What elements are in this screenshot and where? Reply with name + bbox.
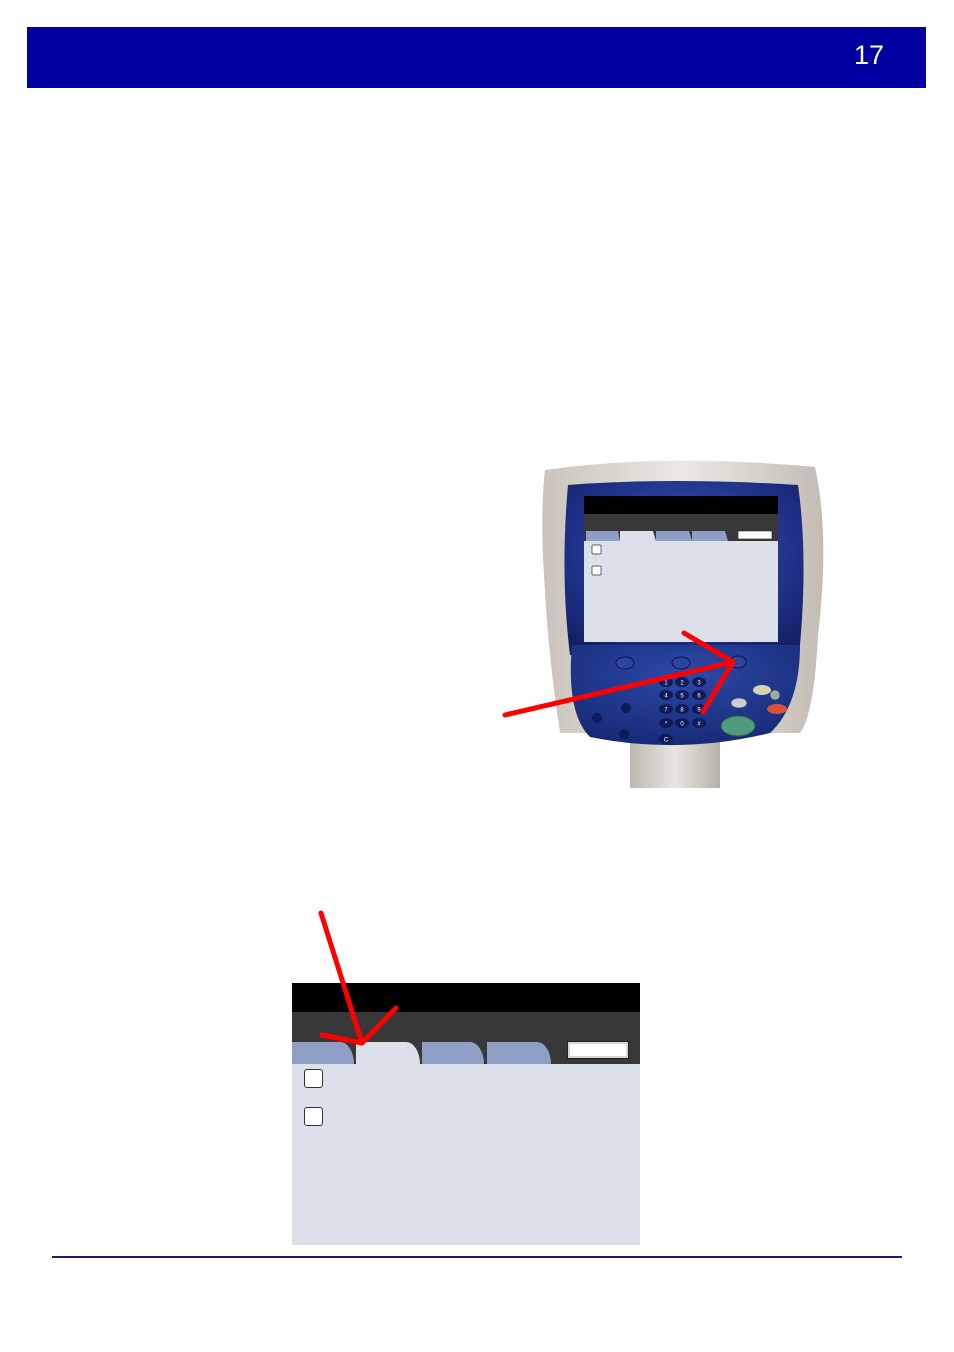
header-bar: 17 xyxy=(27,27,926,88)
panel-start-button xyxy=(720,715,756,737)
device-tab-2 xyxy=(620,531,656,541)
panel-grey-button xyxy=(769,689,781,701)
panel-clear-button xyxy=(730,697,748,709)
panel-yellow-button xyxy=(753,685,771,695)
device-screen-titlebar xyxy=(584,496,778,514)
zoom-checkbox-2[interactable] xyxy=(304,1107,323,1126)
keypad-key-label: C xyxy=(664,738,669,744)
zoom-screen-button[interactable] xyxy=(567,1041,629,1059)
panel-side-button-1 xyxy=(592,713,602,723)
device-checkbox-1 xyxy=(591,544,602,555)
device-illustration: 1 2 3 4 5 6 7 8 9 * 0 # C xyxy=(500,455,830,795)
panel-button-1 xyxy=(615,656,635,670)
zoom-checkbox-1[interactable] xyxy=(304,1069,323,1088)
device-checkbox-2 xyxy=(591,565,602,576)
device-tab-3 xyxy=(656,531,692,541)
zoom-titlebar xyxy=(292,983,640,1012)
panel-side-button-2 xyxy=(621,703,631,713)
zoom-tab-2[interactable] xyxy=(356,1042,420,1064)
footer-rule xyxy=(52,1256,902,1258)
zoom-tab-3[interactable] xyxy=(422,1042,484,1064)
zoom-tab-4[interactable] xyxy=(487,1042,551,1064)
zoomed-touch-screen xyxy=(292,983,640,1245)
device-tab-1 xyxy=(586,531,620,541)
panel-button-3 xyxy=(729,655,747,669)
device-screen-button xyxy=(737,530,773,540)
panel-stop-button xyxy=(767,704,787,714)
page-number: 17 xyxy=(853,40,884,70)
zoom-tab-1[interactable] xyxy=(292,1042,354,1064)
control-panel-drawing: 1 2 34 5 67 8 9* 0 #C xyxy=(542,460,824,788)
panel-side-button-3 xyxy=(619,729,629,739)
device-tab-4 xyxy=(692,531,728,541)
panel-button-2 xyxy=(671,656,691,670)
